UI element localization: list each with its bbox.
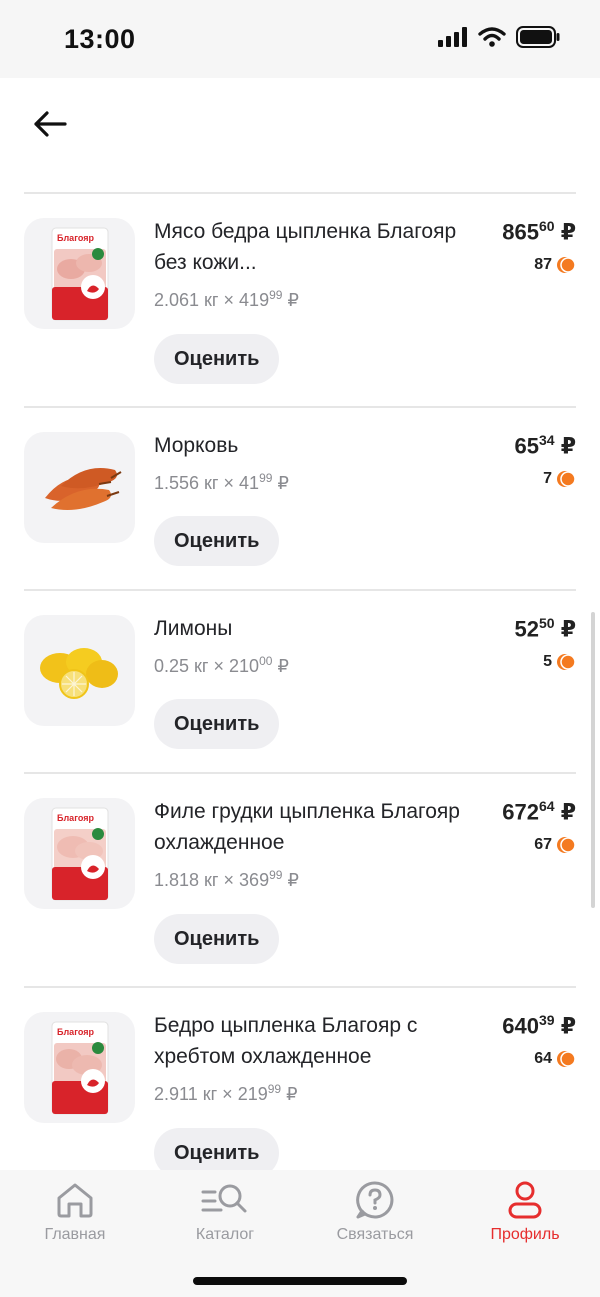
- rate-button[interactable]: Оценить: [154, 334, 280, 384]
- chicken-pack-image: Благояр: [51, 807, 108, 900]
- chicken-pack-image: Благояр: [51, 227, 108, 320]
- item-bonus-points: 87: [534, 256, 576, 274]
- arrow-left-icon: [34, 111, 67, 137]
- tab-home[interactable]: Главная: [0, 1178, 150, 1244]
- item-info: Мясо бедра цыпленка Благояр без кожи... …: [154, 216, 474, 311]
- product-image: Благояр: [24, 1012, 135, 1123]
- status-time: 13:00: [64, 24, 136, 54]
- list-item: Благояр Филе грудки цыпленка Благояр охл…: [24, 772, 576, 986]
- item-price: 64039 ₽: [502, 1012, 576, 1039]
- rate-button[interactable]: Оценить: [154, 1128, 280, 1170]
- tab-label: Профиль: [490, 1226, 560, 1243]
- item-quantity: 2.911 кг × 21999 ₽: [154, 1082, 298, 1104]
- item-quantity: 1.818 кг × 36999 ₽: [154, 868, 299, 890]
- tab-catalog[interactable]: Каталог: [150, 1178, 300, 1244]
- rate-button[interactable]: Оценить: [154, 914, 280, 964]
- item-quantity: 2.061 кг × 41999 ₽: [154, 288, 299, 310]
- catalog-search-icon: [201, 1184, 247, 1213]
- carrots-image: [44, 467, 122, 510]
- rate-button[interactable]: Оценить: [154, 699, 280, 749]
- bonus-coin-icon: [557, 1051, 576, 1067]
- tab-contact[interactable]: Связаться: [300, 1178, 450, 1244]
- order-items-list[interactable]: Благояр Мясо бедра цыпленка Благояр без …: [24, 192, 576, 1170]
- home-indicator[interactable]: [193, 1277, 407, 1285]
- bonus-coin-icon: [557, 654, 576, 670]
- chicken-pack-image: Благояр: [51, 1021, 108, 1114]
- item-quantity: 0.25 кг × 21000 ₽: [154, 654, 289, 676]
- list-item: Морковь 1.556 кг × 4199 ₽ 6534 ₽ 7 Оцени…: [24, 406, 576, 589]
- lemons-image: [39, 647, 118, 699]
- item-price: 67264 ₽: [502, 798, 576, 825]
- list-item: Благояр Мясо бедра цыпленка Благояр без …: [24, 192, 576, 406]
- list-item: Благояр Бедро цыпленка Благояр с хребтом…: [24, 986, 576, 1170]
- status-bar: 13:00: [0, 0, 600, 78]
- item-bonus-points: 7: [543, 470, 576, 488]
- item-name: Лимоны: [154, 617, 233, 640]
- tab-label: Связаться: [336, 1226, 414, 1243]
- item-quantity: 1.556 кг × 4199 ₽: [154, 471, 289, 493]
- status-icons: [438, 26, 560, 48]
- brand-logo: Благояр: [57, 1027, 94, 1037]
- tab-label: Главная: [44, 1226, 106, 1243]
- product-image: Благояр: [24, 798, 135, 909]
- item-price: 86560 ₽: [502, 218, 576, 245]
- item-bonus-points: 67: [534, 836, 576, 854]
- item-price: 5250 ₽: [514, 615, 577, 642]
- item-name: Морковь: [154, 434, 239, 457]
- bonus-coin-icon: [557, 471, 576, 487]
- tab-label: Каталог: [195, 1226, 255, 1243]
- item-info: Морковь 1.556 кг × 4199 ₽: [154, 430, 474, 494]
- item-price: 6534 ₽: [514, 432, 577, 459]
- item-info: Филе грудки цыпленка Благояр охлажденное…: [154, 796, 474, 891]
- product-image: [24, 615, 135, 726]
- item-info: Бедро цыпленка Благояр с хребтом охлажде…: [154, 1010, 474, 1105]
- bonus-coin-icon: [557, 257, 576, 273]
- wifi-icon: [478, 27, 506, 47]
- product-image: [24, 432, 135, 543]
- signal-icon: [438, 27, 467, 47]
- home-icon: [57, 1183, 93, 1218]
- tab-profile[interactable]: Профиль: [450, 1178, 600, 1244]
- item-bonus-points: 64: [534, 1050, 576, 1068]
- brand-logo: Благояр: [57, 233, 94, 243]
- back-button[interactable]: [28, 104, 72, 144]
- product-image: Благояр: [24, 218, 135, 329]
- bonus-coin-icon: [557, 837, 576, 853]
- item-name: Бедро цыпленка Благояр с хребтом охлажде…: [154, 1014, 418, 1068]
- rate-button[interactable]: Оценить: [154, 516, 280, 566]
- help-chat-icon: [356, 1181, 394, 1219]
- item-bonus-points: 5: [543, 653, 576, 671]
- item-name: Мясо бедра цыпленка Благояр без кожи...: [154, 220, 457, 274]
- item-name: Филе грудки цыпленка Благояр охлажденное: [154, 800, 460, 854]
- profile-icon: [508, 1181, 542, 1219]
- battery-icon: [516, 26, 560, 48]
- item-info: Лимоны 0.25 кг × 21000 ₽: [154, 613, 474, 677]
- list-item: Лимоны 0.25 кг × 21000 ₽ 5250 ₽ 5 Оценит…: [24, 589, 576, 772]
- scrollbar[interactable]: [591, 612, 595, 908]
- brand-logo: Благояр: [57, 813, 94, 823]
